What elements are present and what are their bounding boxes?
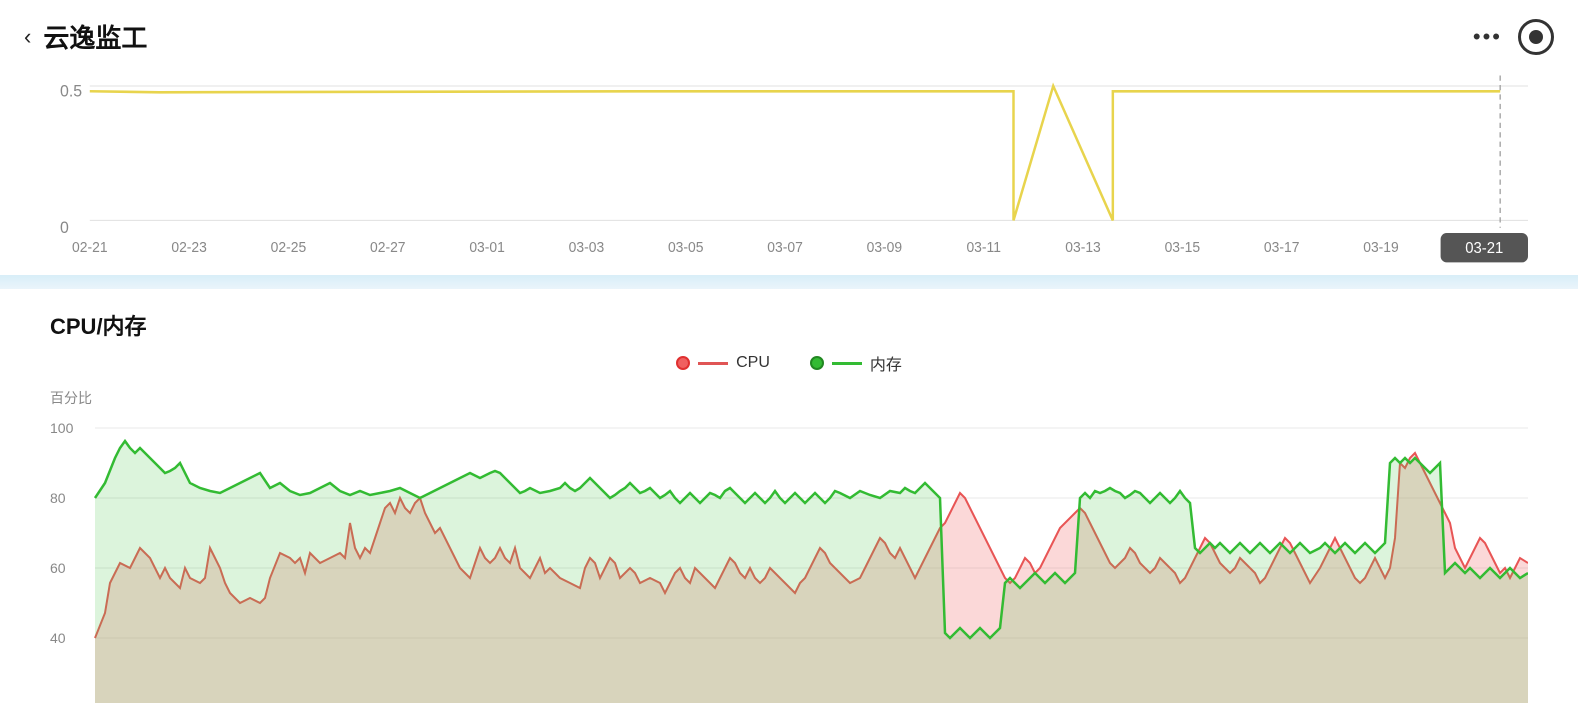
svg-text:02-21: 02-21: [72, 240, 108, 256]
cpu-chart-svg: 百分比 100 80 60 40: [50, 383, 1528, 723]
section-title: CPU/内存: [50, 309, 1528, 341]
top-chart: 0.5 0 02-21 02-23 02-25 02-27 03-01 03-0…: [0, 65, 1578, 275]
header-left: ‹ 云逸监工: [24, 18, 147, 55]
legend-mem: 内存: [810, 351, 902, 375]
svg-text:03-19: 03-19: [1363, 240, 1399, 256]
y-label-05: 0.5: [60, 82, 82, 100]
header: ‹ 云逸监工 •••: [0, 0, 1578, 65]
cpu-dot-icon: [676, 356, 690, 370]
record-icon: [1529, 30, 1543, 44]
svg-text:02-23: 02-23: [171, 240, 207, 256]
svg-text:03-17: 03-17: [1264, 240, 1300, 256]
svg-text:03-09: 03-09: [867, 240, 903, 256]
divider-bar: [0, 275, 1578, 289]
legend-cpu: CPU: [676, 351, 770, 375]
svg-text:03-13: 03-13: [1065, 240, 1101, 256]
svg-text:60: 60: [50, 560, 66, 576]
legend: CPU 内存: [50, 351, 1528, 375]
svg-text:03-05: 03-05: [668, 240, 704, 256]
page-title: 云逸监工: [43, 18, 147, 55]
mem-dot-icon: [810, 356, 824, 370]
mem-label: 内存: [870, 351, 902, 375]
back-button[interactable]: ‹: [24, 26, 31, 48]
cpu-section: CPU/内存 CPU 内存 百分比 100 80 60 40: [0, 289, 1578, 723]
svg-text:02-27: 02-27: [370, 240, 406, 256]
svg-text:百分比: 百分比: [50, 390, 92, 406]
more-button[interactable]: •••: [1473, 24, 1502, 50]
top-chart-svg: 0.5 0 02-21 02-23 02-25 02-27 03-01 03-0…: [60, 65, 1528, 275]
record-button[interactable]: [1518, 19, 1554, 55]
y-label-0: 0: [60, 219, 69, 237]
svg-text:03-07: 03-07: [767, 240, 803, 256]
svg-text:03-21: 03-21: [1465, 240, 1503, 257]
svg-text:80: 80: [50, 490, 66, 506]
header-right: •••: [1473, 19, 1554, 55]
cpu-label: CPU: [736, 354, 770, 372]
cpu-line-icon: [698, 362, 728, 365]
mem-line-icon: [832, 362, 862, 365]
svg-text:02-25: 02-25: [271, 240, 307, 256]
svg-text:40: 40: [50, 630, 66, 646]
cpu-chart-area: 百分比 100 80 60 40: [50, 383, 1528, 723]
svg-text:03-11: 03-11: [966, 240, 1001, 256]
svg-text:03-03: 03-03: [569, 240, 605, 256]
svg-text:03-15: 03-15: [1165, 240, 1201, 256]
svg-text:03-01: 03-01: [469, 240, 505, 256]
svg-text:100: 100: [50, 420, 74, 436]
